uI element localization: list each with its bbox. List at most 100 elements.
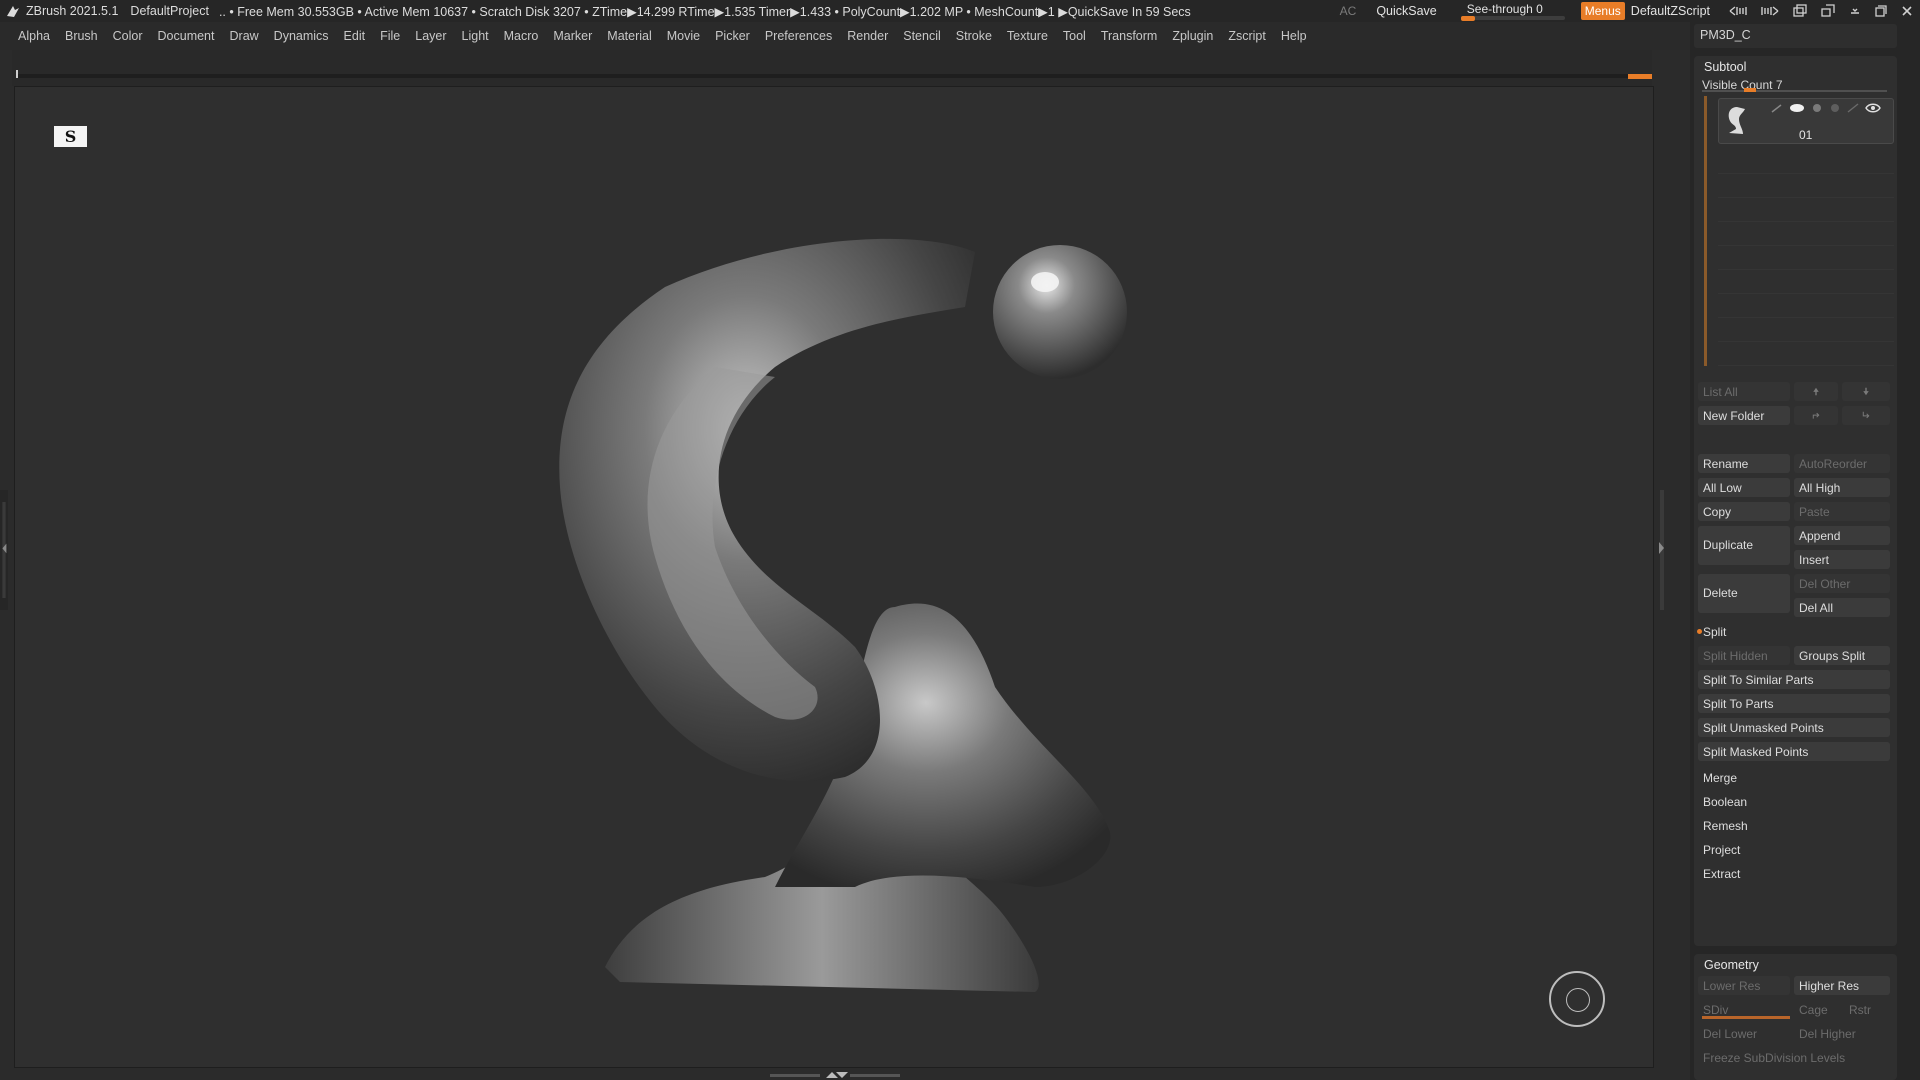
- menu-stencil[interactable]: Stencil: [903, 29, 941, 43]
- restore-icon[interactable]: [1875, 5, 1887, 17]
- see-through-slider[interactable]: See-through 0: [1460, 1, 1565, 21]
- title-bar: ZBrush 2021.5.1 DefaultProject .. • Free…: [0, 0, 1920, 22]
- solo-icon[interactable]: [1811, 103, 1823, 113]
- menu-material[interactable]: Material: [607, 29, 651, 43]
- menu-preferences[interactable]: Preferences: [765, 29, 832, 43]
- split-section-header[interactable]: Split: [1698, 622, 1890, 641]
- subtool-item[interactable]: 01: [1718, 98, 1894, 144]
- extract-section[interactable]: Extract: [1698, 864, 1890, 883]
- left-tray-handle[interactable]: [0, 490, 8, 610]
- menu-draw[interactable]: Draw: [230, 29, 259, 43]
- menu-light[interactable]: Light: [462, 29, 489, 43]
- higher-res-button[interactable]: Higher Res: [1794, 976, 1890, 995]
- default-zscript-button[interactable]: DefaultZScript: [1631, 4, 1710, 18]
- visible-count-slider[interactable]: [1702, 90, 1887, 92]
- navigation-gizmo[interactable]: [1549, 971, 1605, 1027]
- timeline-track[interactable]: [16, 74, 1652, 78]
- menu-dynamics[interactable]: Dynamics: [274, 29, 329, 43]
- brush-icon[interactable]: [1847, 103, 1859, 113]
- menu-layer[interactable]: Layer: [415, 29, 446, 43]
- current-tool-name[interactable]: PM3D_C: [1694, 24, 1897, 48]
- geometry-title[interactable]: Geometry: [1694, 954, 1897, 976]
- menu-edit[interactable]: Edit: [344, 29, 366, 43]
- see-through-knob[interactable]: [1460, 16, 1475, 21]
- menu-zplugin[interactable]: Zplugin: [1172, 29, 1213, 43]
- subtool-scrollbar[interactable]: [1704, 96, 1707, 366]
- freeze-subdivision-button[interactable]: Freeze SubDivision Levels: [1698, 1048, 1890, 1067]
- project-section[interactable]: Project: [1698, 840, 1890, 859]
- list-all-button[interactable]: List All: [1698, 382, 1790, 401]
- menu-picker[interactable]: Picker: [715, 29, 750, 43]
- menu-macro[interactable]: Macro: [504, 29, 539, 43]
- remesh-section[interactable]: Remesh: [1698, 816, 1890, 835]
- all-low-button[interactable]: All Low: [1698, 478, 1790, 497]
- copy-button[interactable]: Copy: [1698, 502, 1790, 521]
- split-masked-button[interactable]: Split Masked Points: [1698, 742, 1890, 761]
- right-tray-handle[interactable]: [1656, 490, 1668, 610]
- split-unmasked-button[interactable]: Split Unmasked Points: [1698, 718, 1890, 737]
- close-icon[interactable]: [1901, 5, 1913, 17]
- minimize-icon[interactable]: [1849, 5, 1861, 17]
- duplicate-button[interactable]: Duplicate: [1698, 526, 1790, 565]
- lower-res-button[interactable]: Lower Res: [1698, 976, 1790, 995]
- del-all-button[interactable]: Del All: [1794, 598, 1890, 617]
- menu-tool[interactable]: Tool: [1063, 29, 1086, 43]
- menu-texture[interactable]: Texture: [1007, 29, 1048, 43]
- menu-brush[interactable]: Brush: [65, 29, 98, 43]
- menu-render[interactable]: Render: [847, 29, 888, 43]
- layout-icon[interactable]: [1793, 4, 1807, 18]
- auto-reorder-button[interactable]: AutoReorder: [1794, 454, 1890, 473]
- rstr-button[interactable]: Rstr: [1844, 1000, 1890, 1019]
- menu-color[interactable]: Color: [113, 29, 143, 43]
- menu-document[interactable]: Document: [158, 29, 215, 43]
- menus-toggle-button[interactable]: Menus: [1580, 2, 1625, 20]
- move-up-icon[interactable]: [1794, 382, 1838, 401]
- align-right-icon[interactable]: [1761, 5, 1779, 17]
- visibility-toggle-icon[interactable]: [1789, 103, 1805, 113]
- window-arrange-icon[interactable]: [1821, 4, 1835, 18]
- menu-file[interactable]: File: [380, 29, 400, 43]
- menu-help[interactable]: Help: [1281, 29, 1307, 43]
- del-lower-button[interactable]: Del Lower: [1698, 1024, 1790, 1043]
- del-higher-button[interactable]: Del Higher: [1794, 1024, 1890, 1043]
- document-canvas[interactable]: S: [14, 86, 1654, 1068]
- polypaint-icon[interactable]: [1771, 103, 1783, 113]
- visible-count-knob[interactable]: [1744, 88, 1756, 92]
- eye-icon[interactable]: [1865, 103, 1881, 113]
- sculpted-model-icon[interactable]: [15, 87, 1654, 1068]
- menu-transform[interactable]: Transform: [1101, 29, 1158, 43]
- cage-button[interactable]: Cage: [1794, 1000, 1840, 1019]
- insert-button[interactable]: Insert: [1794, 550, 1890, 569]
- bottom-tray-handle[interactable]: [770, 1070, 900, 1080]
- menu-stroke[interactable]: Stroke: [956, 29, 992, 43]
- ac-label[interactable]: AC: [1340, 4, 1357, 18]
- menu-zscript[interactable]: Zscript: [1228, 29, 1266, 43]
- split-to-parts-button[interactable]: Split To Parts: [1698, 694, 1890, 713]
- project-name[interactable]: DefaultProject: [130, 4, 209, 18]
- quicksave-button[interactable]: QuickSave: [1376, 4, 1436, 18]
- arrow-up-right-icon[interactable]: [1794, 406, 1838, 425]
- all-high-button[interactable]: All High: [1794, 478, 1890, 497]
- subtool-number: 01: [1799, 128, 1813, 142]
- timeline-indicator[interactable]: [1628, 74, 1652, 79]
- delete-button[interactable]: Delete: [1698, 574, 1790, 613]
- groups-split-button[interactable]: Groups Split: [1794, 646, 1890, 665]
- split-hidden-button[interactable]: Split Hidden: [1698, 646, 1790, 665]
- subtool-title[interactable]: Subtool: [1694, 56, 1897, 78]
- lock-icon[interactable]: [1829, 103, 1841, 113]
- split-similar-parts-button[interactable]: Split To Similar Parts: [1698, 670, 1890, 689]
- del-other-button[interactable]: Del Other: [1794, 574, 1890, 593]
- new-folder-button[interactable]: New Folder: [1698, 406, 1790, 425]
- paste-button[interactable]: Paste: [1794, 502, 1890, 521]
- rename-button[interactable]: Rename: [1698, 454, 1790, 473]
- arrow-down-right-icon[interactable]: [1842, 406, 1890, 425]
- boolean-section[interactable]: Boolean: [1698, 792, 1890, 811]
- merge-section[interactable]: Merge: [1698, 768, 1890, 787]
- move-down-icon[interactable]: [1842, 382, 1890, 401]
- menu-alpha[interactable]: Alpha: [18, 29, 50, 43]
- menu-marker[interactable]: Marker: [553, 29, 592, 43]
- append-button[interactable]: Append: [1794, 526, 1890, 545]
- align-left-icon[interactable]: [1729, 5, 1747, 17]
- menu-movie[interactable]: Movie: [667, 29, 700, 43]
- timeline-marker[interactable]: [16, 70, 18, 78]
